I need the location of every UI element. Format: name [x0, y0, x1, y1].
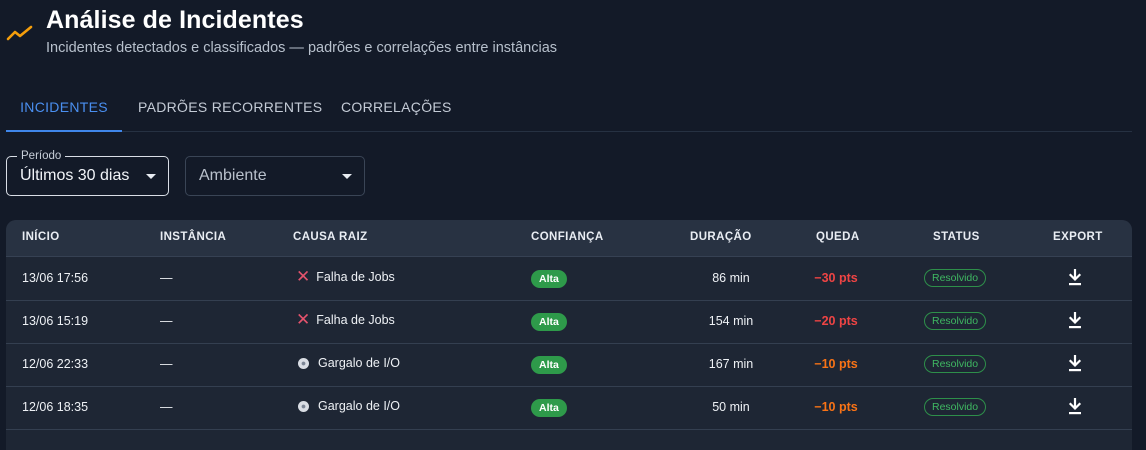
incident-start: 13/06 17:56 [22, 271, 89, 285]
tab-incidentes[interactable]: INCIDENTES [6, 86, 122, 132]
page-header: Análise de Incidentes Incidentes detecta… [0, 0, 1146, 70]
caret-down-icon [146, 174, 156, 179]
tab-correlacoes[interactable]: CORRELAÇÕES [341, 86, 452, 131]
status-cell: Resolvido [924, 269, 987, 287]
column-header-confianca[interactable]: CONFIANÇA [531, 231, 604, 243]
incident-drop: −20 pts [814, 314, 858, 328]
incident-cause: Gargalo de I/O [296, 399, 400, 413]
trend-line-icon [6, 25, 33, 41]
confidence-cell: Alta [531, 399, 567, 417]
cause-label: Falha de Jobs [316, 270, 395, 284]
incident-start: 12/06 18:35 [22, 400, 89, 414]
period-select-value: Últimos 30 dias [20, 167, 130, 184]
incident-instance: — [160, 357, 173, 371]
page-title: Análise de Incidentes [46, 6, 304, 34]
incident-start: 12/06 22:33 [22, 357, 89, 371]
environment-select[interactable]: Ambiente [185, 156, 365, 196]
confidence-cell: Alta [531, 313, 567, 331]
incident-instance: — [160, 314, 173, 328]
tab-bar: INCIDENTES PADRÕES RECORRENTES CORRELAÇÕ… [6, 86, 1132, 132]
column-header-duracao[interactable]: DURAÇÃO [690, 231, 752, 243]
status-cell: Resolvido [924, 355, 987, 373]
status-badge: Resolvido [924, 355, 987, 373]
download-icon[interactable] [1067, 312, 1083, 330]
column-header-queda[interactable]: QUEDA [816, 231, 860, 243]
confidence-badge: Alta [531, 270, 567, 288]
incident-duration: 167 min [708, 357, 754, 371]
table-row[interactable]: 12/06 22:33 — Gargalo de I/O Alta 167 mi… [6, 343, 1132, 387]
status-cell: Resolvido [924, 398, 987, 416]
download-icon[interactable] [1067, 269, 1083, 287]
incident-start: 13/06 15:19 [22, 314, 89, 328]
incidents-table: INÍCIO INSTÂNCIA CAUSA RAIZ CONFIANÇA DU… [6, 220, 1132, 450]
incident-duration: 50 min [712, 400, 750, 414]
incident-instance: — [160, 271, 173, 285]
incident-drop: −10 pts [814, 357, 858, 371]
incident-duration: 154 min [708, 314, 754, 328]
table-row[interactable]: 12/06 18:35 — Gargalo de I/O Alta 50 min… [6, 386, 1132, 430]
incident-duration: 86 min [712, 271, 750, 285]
download-icon[interactable] [1067, 398, 1083, 416]
table-row[interactable]: 13/06 17:56 — ✕ Falha de Jobs Alta 86 mi… [6, 257, 1132, 301]
incident-drop: −30 pts [814, 271, 858, 285]
x-icon: ✕ [296, 310, 311, 329]
disk-icon [298, 357, 309, 369]
column-header-status[interactable]: STATUS [933, 231, 980, 243]
confidence-badge: Alta [531, 356, 567, 374]
column-header-instancia[interactable]: INSTÂNCIA [160, 231, 226, 243]
confidence-badge: Alta [531, 313, 567, 331]
column-header-export: EXPORT [1053, 231, 1103, 243]
download-icon[interactable] [1067, 355, 1083, 373]
confidence-cell: Alta [531, 356, 567, 374]
status-badge: Resolvido [924, 398, 987, 416]
page-subtitle: Incidentes detectados e classificados — … [46, 40, 558, 56]
tab-padroes-recorrentes[interactable]: PADRÕES RECORRENTES [138, 86, 322, 131]
status-badge: Resolvido [924, 269, 987, 287]
table-header: INÍCIO INSTÂNCIA CAUSA RAIZ CONFIANÇA DU… [6, 220, 1132, 257]
status-badge: Resolvido [924, 312, 987, 330]
caret-down-icon [342, 174, 352, 179]
column-header-inicio[interactable]: INÍCIO [22, 231, 60, 243]
environment-select-placeholder: Ambiente [199, 167, 267, 184]
period-select-label: Período [17, 149, 66, 163]
x-icon: ✕ [296, 267, 311, 286]
column-header-causa-raiz[interactable]: CAUSA RAIZ [293, 231, 368, 243]
cause-label: Gargalo de I/O [318, 399, 400, 413]
incident-drop: −10 pts [814, 400, 858, 414]
incident-cause: ✕ Falha de Jobs [296, 267, 395, 286]
cause-label: Gargalo de I/O [318, 356, 400, 370]
confidence-badge: Alta [531, 399, 567, 417]
incident-cause: Gargalo de I/O [296, 356, 400, 370]
period-select[interactable]: Período Últimos 30 dias [6, 149, 169, 196]
confidence-cell: Alta [531, 270, 567, 288]
incident-cause: ✕ Falha de Jobs [296, 310, 395, 329]
status-cell: Resolvido [924, 312, 987, 330]
cause-label: Falha de Jobs [316, 313, 395, 327]
table-row[interactable]: 13/06 15:19 — ✕ Falha de Jobs Alta 154 m… [6, 300, 1132, 344]
disk-icon [298, 400, 309, 412]
incident-instance: — [160, 400, 173, 414]
